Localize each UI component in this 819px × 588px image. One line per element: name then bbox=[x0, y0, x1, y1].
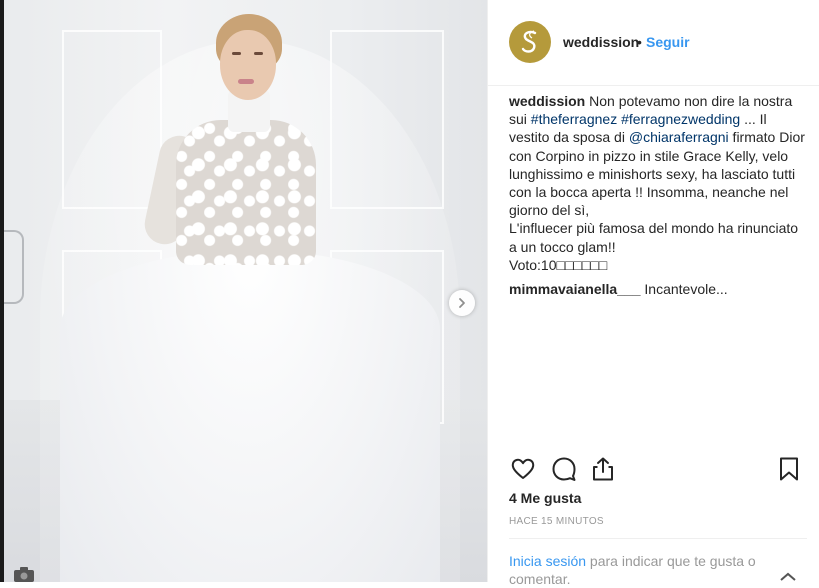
login-prompt: Inicia sesión para indicar que te gusta … bbox=[509, 552, 807, 588]
camera-icon bbox=[14, 567, 34, 582]
post-header: weddission • Seguir bbox=[488, 0, 819, 86]
comment-username[interactable]: mimmavaianella___ bbox=[509, 281, 641, 297]
hashtag-link[interactable]: #theferragnez bbox=[531, 111, 617, 127]
lips bbox=[238, 79, 254, 84]
action-bar bbox=[509, 455, 807, 485]
avatar[interactable] bbox=[509, 21, 551, 63]
username-link[interactable]: weddission bbox=[563, 34, 639, 50]
heart-icon[interactable] bbox=[509, 455, 537, 483]
eye bbox=[232, 52, 241, 55]
follow-button[interactable]: Seguir bbox=[646, 34, 690, 50]
lace-bodice bbox=[176, 120, 316, 265]
caption-text: Voto:10□□□□□□ bbox=[509, 256, 608, 273]
weddission-logo-icon bbox=[521, 30, 537, 53]
separator-dot: • bbox=[637, 34, 642, 50]
bookmark-icon[interactable] bbox=[775, 455, 803, 483]
chevron-right-icon bbox=[459, 298, 465, 308]
share-icon[interactable] bbox=[589, 455, 617, 483]
eye bbox=[254, 52, 263, 55]
bride-face bbox=[220, 30, 276, 100]
next-image-button[interactable] bbox=[449, 290, 475, 316]
tulle-skirt bbox=[60, 250, 440, 582]
comment: mimmavaianella___ Incantevole... bbox=[509, 281, 807, 297]
post-photo[interactable] bbox=[0, 0, 487, 582]
mention-link[interactable]: @chiaraferragni bbox=[629, 129, 729, 145]
photo-edge bbox=[0, 0, 4, 582]
post-timestamp: HACE 15 MINUTOS bbox=[509, 516, 604, 527]
divider bbox=[509, 538, 807, 539]
caret-up-icon bbox=[780, 572, 796, 581]
caption: weddission Non potevamo non dire la nost… bbox=[509, 92, 807, 274]
login-link[interactable]: Inicia sesión bbox=[509, 553, 586, 569]
comment-text: Incantevole... bbox=[640, 281, 728, 297]
post-side-panel: weddission • Seguir weddission Non potev… bbox=[487, 0, 819, 587]
caption-username[interactable]: weddission bbox=[509, 93, 585, 109]
likes-count[interactable]: 4 Me gusta bbox=[509, 490, 581, 506]
hashtag-link[interactable]: #ferragnezwedding bbox=[621, 111, 740, 127]
comment-bubble-icon[interactable] bbox=[550, 455, 578, 483]
caption-text: L'influecer più famosa del mondo ha rinu… bbox=[509, 220, 799, 255]
